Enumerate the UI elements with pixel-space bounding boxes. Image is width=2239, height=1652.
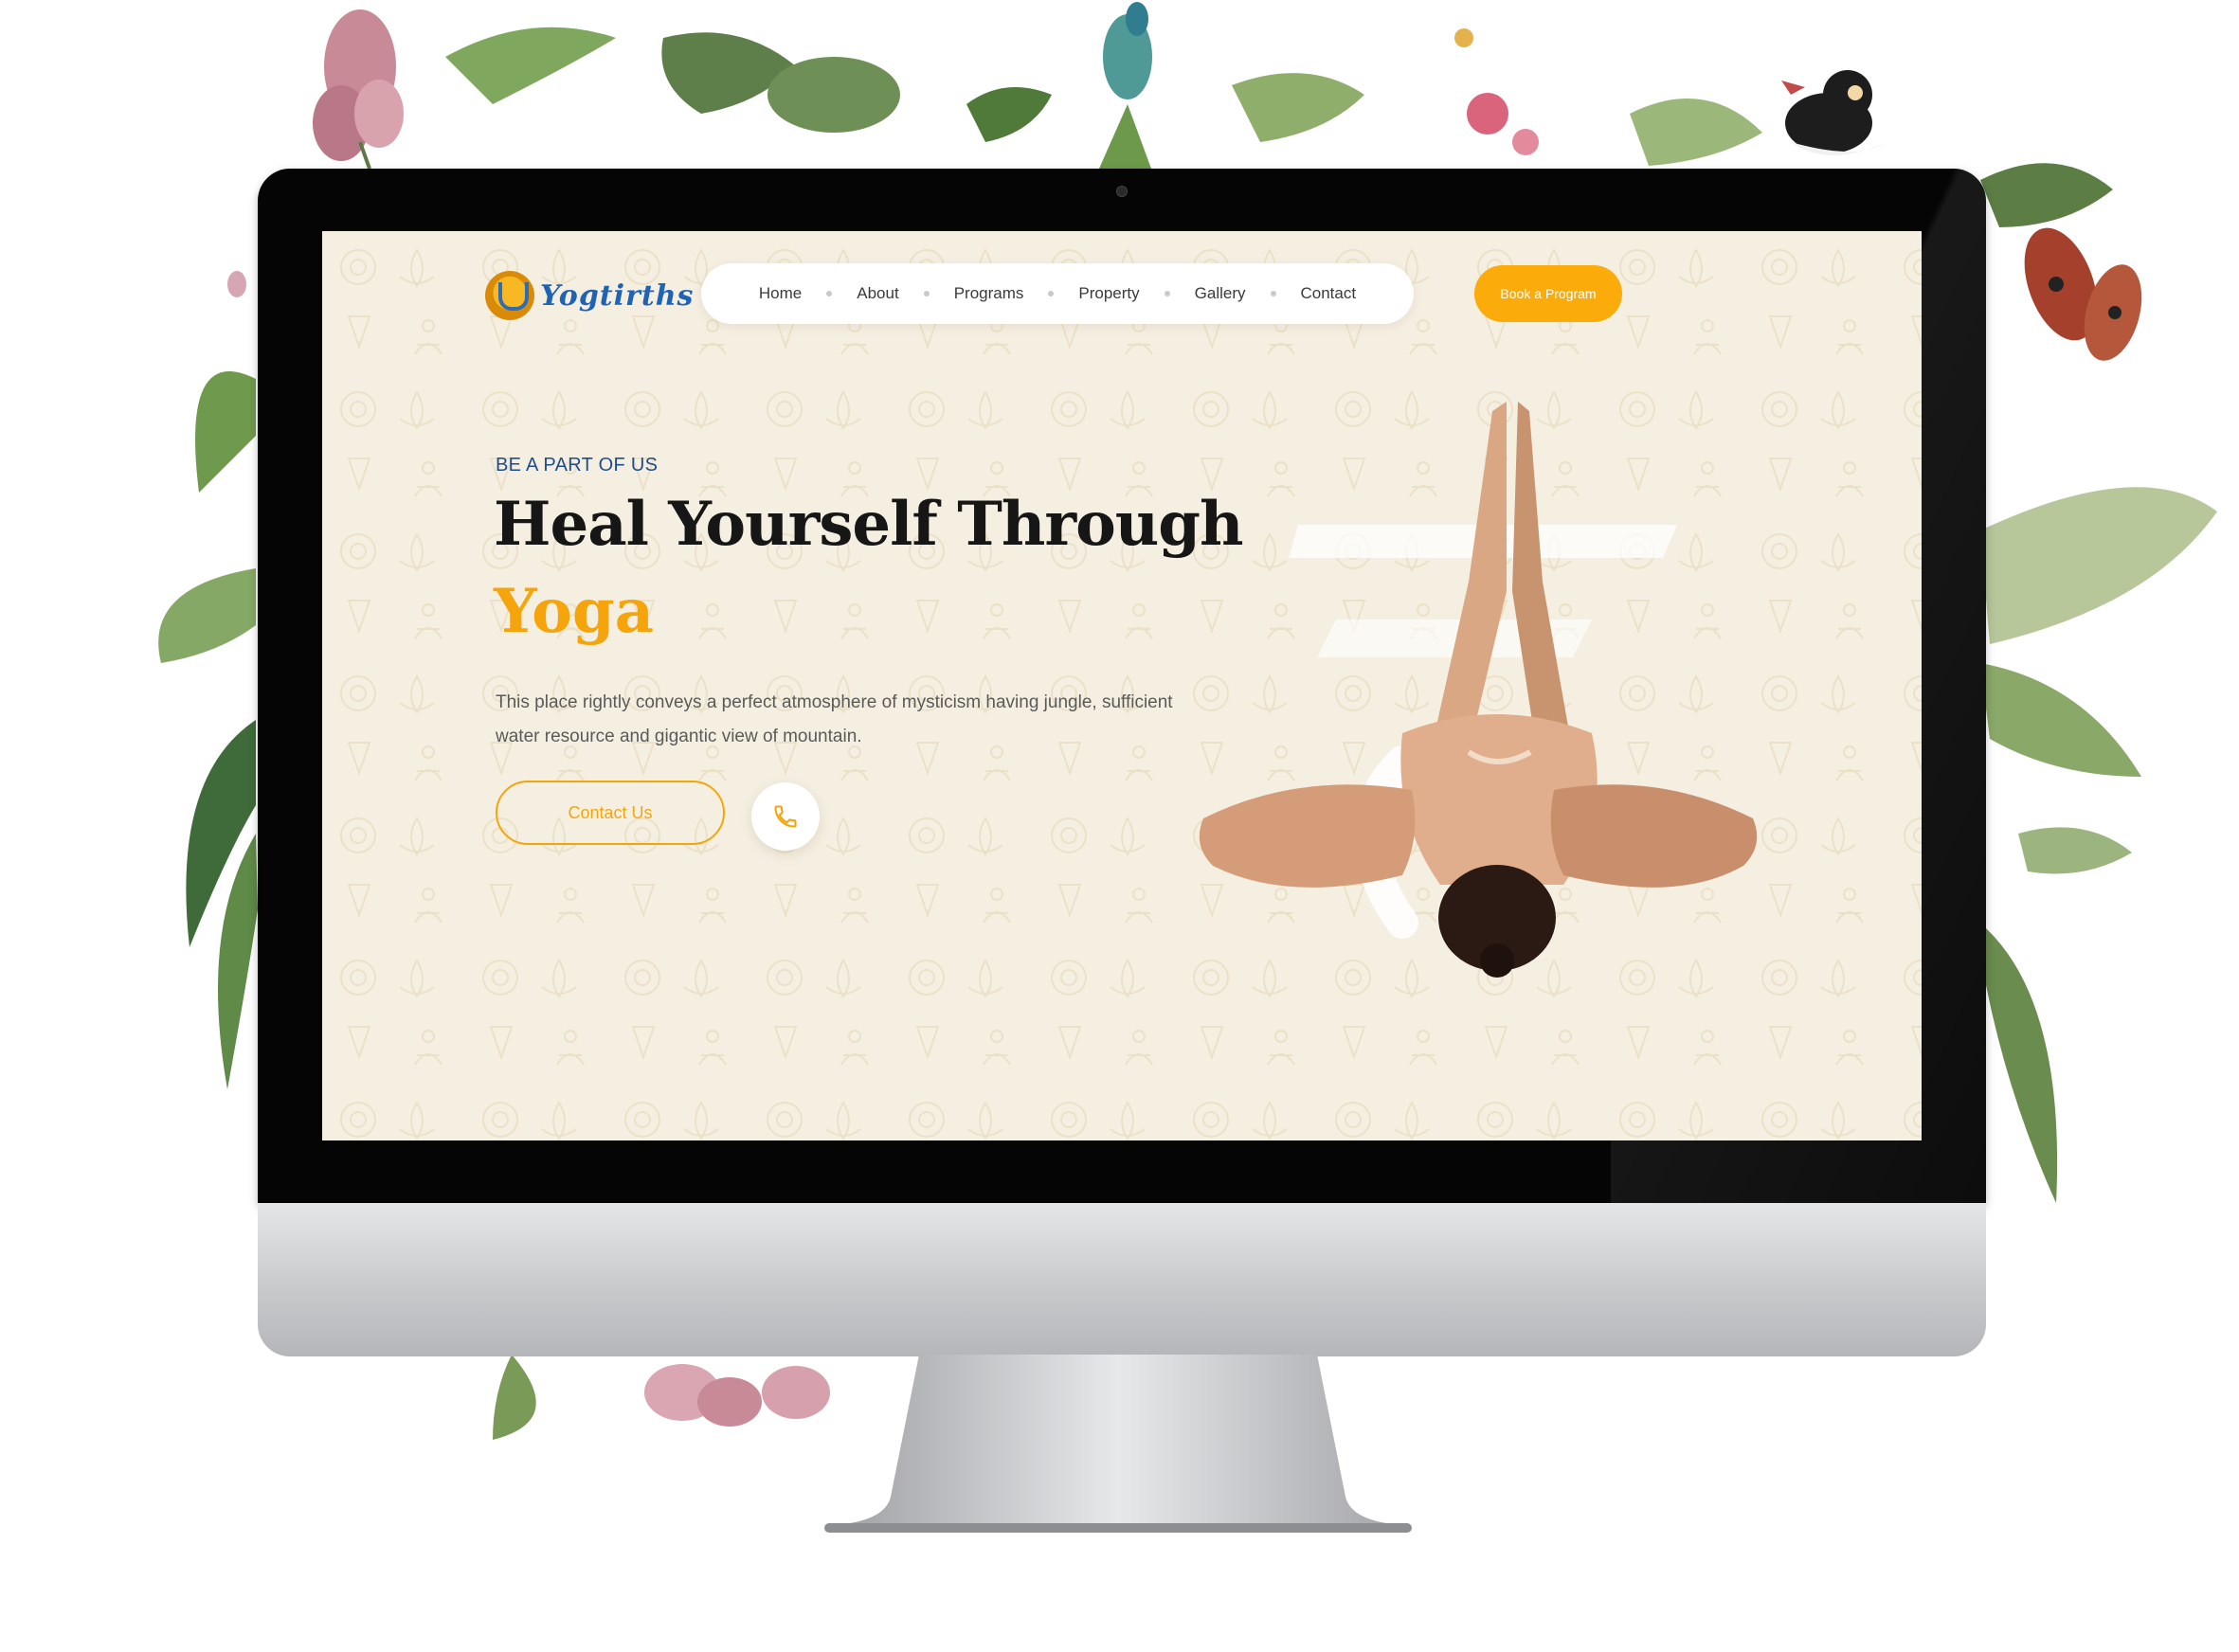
nav-home[interactable]: Home xyxy=(759,284,802,303)
nav-separator xyxy=(826,291,833,296)
hero-eyebrow: BE A PART OF US xyxy=(496,455,659,476)
nav-programs[interactable]: Programs xyxy=(954,284,1024,303)
site-logo[interactable]: Yogtirths xyxy=(485,267,694,324)
phone-icon xyxy=(774,805,797,828)
nav-property[interactable]: Property xyxy=(1078,284,1139,303)
bird-illustration xyxy=(1781,70,1886,155)
main-nav: Home About Programs Property Gallery Con… xyxy=(701,263,1414,324)
pink-flower-illustration xyxy=(313,9,404,170)
nav-gallery[interactable]: Gallery xyxy=(1195,284,1246,303)
seed-pod-illustration xyxy=(2024,227,2142,361)
yoga-woman-image xyxy=(1199,402,1758,978)
hero-headline-accent: Yoga xyxy=(494,576,655,647)
nav-separator xyxy=(1164,291,1170,296)
bottom-flower-illustration xyxy=(493,1355,830,1440)
nav-separator xyxy=(1270,291,1276,296)
nav-separator xyxy=(923,291,930,296)
nav-separator xyxy=(1048,291,1055,296)
hero-description: This place rightly conveys a perfect atm… xyxy=(496,692,1173,746)
camera-icon xyxy=(1116,186,1128,197)
contact-us-button[interactable]: Contact Us xyxy=(496,781,725,845)
hero-headline: Heal Yourself Through xyxy=(494,489,1244,560)
logo-text: Yogtirths xyxy=(540,278,695,313)
lotus-logo-icon xyxy=(485,271,534,320)
nav-contact[interactable]: Contact xyxy=(1301,284,1357,303)
nav-about[interactable]: About xyxy=(857,284,898,303)
monitor-stand xyxy=(824,1355,1412,1533)
monitor-chin xyxy=(258,1203,1986,1356)
book-program-button[interactable]: Book a Program xyxy=(1474,265,1622,322)
website-screen: Yogtirths Home About Programs Property G… xyxy=(322,231,1922,1140)
phone-button[interactable] xyxy=(751,782,820,851)
